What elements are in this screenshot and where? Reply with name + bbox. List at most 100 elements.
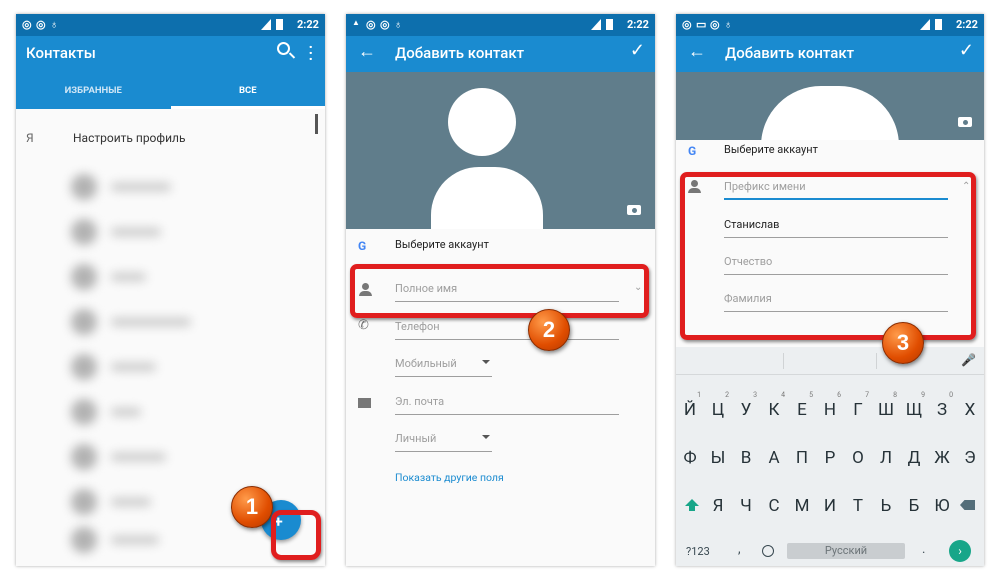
- account-selector[interactable]: Выберите аккаунт: [724, 143, 818, 156]
- key[interactable]: А: [760, 448, 788, 468]
- key[interactable]: У3: [732, 391, 760, 420]
- dropdown-arrow-icon: [482, 435, 490, 439]
- status-time: 2:22: [955, 18, 978, 31]
- symbols-key[interactable]: ?123: [686, 545, 710, 558]
- key[interactable]: Я: [704, 496, 732, 516]
- list-item[interactable]: [71, 354, 156, 380]
- key[interactable]: Ж: [928, 448, 956, 468]
- list-item[interactable]: [71, 309, 191, 335]
- whatsapp-icon: ◎: [22, 18, 32, 31]
- keyboard-row-1: Й1Ц2У3К4Е5Н6Г7Ш8Щ9З0Х: [676, 391, 984, 420]
- setup-profile-label: Настроить профиль: [72, 131, 186, 145]
- save-check-icon[interactable]: ✓: [630, 40, 645, 61]
- key[interactable]: Б: [900, 496, 928, 516]
- key[interactable]: П: [788, 448, 816, 468]
- google-icon: G: [358, 239, 367, 253]
- more-options-icon[interactable]: · · ·: [308, 40, 313, 67]
- avatar-body: [761, 86, 899, 140]
- show-more-fields-link[interactable]: Показать другие поля: [395, 471, 504, 484]
- tab-favorites[interactable]: ИЗБРАННЫЕ: [16, 72, 171, 109]
- contact-list: Я Настроить профиль: [16, 109, 325, 566]
- key[interactable]: Щ9: [900, 391, 928, 420]
- key[interactable]: О: [844, 448, 872, 468]
- list-item[interactable]: [71, 219, 161, 245]
- key[interactable]: М: [788, 496, 816, 516]
- key[interactable]: В: [732, 448, 760, 468]
- key[interactable]: Э: [956, 448, 984, 468]
- scrollbar[interactable]: [315, 114, 318, 134]
- account-selector[interactable]: Выберите аккаунт: [395, 238, 489, 251]
- page-title: Контакты: [26, 44, 96, 62]
- key[interactable]: З0: [928, 391, 956, 420]
- phone-type-select[interactable]: Мобильный: [395, 357, 492, 377]
- key-hint: 9: [921, 391, 925, 399]
- key[interactable]: Ы: [704, 448, 732, 468]
- search-icon[interactable]: [277, 42, 290, 55]
- key-hint: 2: [725, 391, 729, 399]
- people-icon: ♁: [394, 18, 403, 31]
- setup-profile-row[interactable]: Я Настроить профиль: [26, 131, 186, 145]
- list-item[interactable]: [71, 489, 151, 515]
- status-bar: ▲ ◎ ◎ ♁ 2:22: [346, 14, 655, 36]
- shift-stem: [689, 506, 695, 511]
- status-bar: ◎ ▭ ◎ ♁ 2:22: [676, 14, 984, 36]
- back-arrow-icon[interactable]: ←: [358, 41, 376, 62]
- key-hint: 3: [753, 391, 757, 399]
- keyboard-row-2: ФЫВАПРОЛДЖЭ: [676, 448, 984, 468]
- list-item[interactable]: [71, 444, 166, 470]
- suggestion-strip[interactable]: 🎤: [676, 347, 984, 375]
- battery-icon: [276, 19, 283, 30]
- key[interactable]: Г7: [844, 391, 872, 420]
- keyboard-row-3: ЯЧСМИТЬБЮ: [676, 496, 984, 516]
- key[interactable]: Д: [900, 448, 928, 468]
- list-item[interactable]: [71, 264, 146, 290]
- email-type-value: Личный: [395, 432, 437, 445]
- list-item[interactable]: [71, 174, 171, 200]
- shift-icon[interactable]: [685, 499, 699, 506]
- contact-photo[interactable]: [676, 72, 984, 140]
- key[interactable]: Ь: [872, 496, 900, 516]
- key[interactable]: И: [816, 496, 844, 516]
- key-hint: 5: [809, 391, 813, 399]
- key-hint: 7: [865, 391, 869, 399]
- key[interactable]: Р: [816, 448, 844, 468]
- list-item[interactable]: [71, 527, 159, 553]
- contact-photo[interactable]: [346, 72, 655, 229]
- back-arrow-icon[interactable]: ←: [688, 41, 706, 62]
- phone-icon: ✆: [358, 318, 369, 333]
- camera-icon[interactable]: [958, 117, 972, 127]
- camera-icon[interactable]: [627, 205, 641, 215]
- key[interactable]: Ц2: [704, 391, 732, 420]
- key[interactable]: Й1: [676, 391, 704, 420]
- signal-icon: [591, 19, 601, 30]
- key[interactable]: К4: [760, 391, 788, 420]
- list-item[interactable]: [71, 399, 141, 425]
- key-hint: 8: [893, 391, 897, 399]
- section-letter: Я: [26, 131, 34, 145]
- avatar-head: [448, 88, 516, 156]
- phone-field[interactable]: Телефон: [395, 320, 619, 340]
- key-hint: 4: [781, 391, 785, 399]
- key[interactable]: Н6: [816, 391, 844, 420]
- microphone-icon[interactable]: 🎤: [961, 353, 976, 367]
- status-time: 2:22: [296, 18, 319, 31]
- globe-icon[interactable]: [762, 545, 774, 557]
- key[interactable]: Ю: [928, 496, 956, 516]
- key[interactable]: Ш8: [872, 391, 900, 420]
- enter-key[interactable]: ›: [949, 540, 971, 562]
- email-field[interactable]: Эл. почта: [395, 395, 619, 415]
- key[interactable]: Х: [956, 400, 984, 420]
- key[interactable]: С: [760, 496, 788, 516]
- email-type-select[interactable]: Личный: [395, 432, 492, 452]
- period-key[interactable]: .: [922, 542, 925, 557]
- contacts-screen: ◎ ◎ ♁ 2:22 Контакты · · · ИЗБРАННЫЕ ВСЕ Я …: [16, 14, 325, 566]
- key[interactable]: Т: [844, 496, 872, 516]
- save-check-icon[interactable]: ✓: [959, 40, 974, 61]
- key[interactable]: Л: [872, 448, 900, 468]
- comma-key[interactable]: ,: [738, 542, 741, 557]
- space-key[interactable]: Русский: [787, 543, 905, 559]
- key[interactable]: Ч: [732, 496, 760, 516]
- key[interactable]: Ф: [676, 448, 704, 468]
- key[interactable]: Е5: [788, 391, 816, 420]
- tab-all[interactable]: ВСЕ: [170, 72, 325, 109]
